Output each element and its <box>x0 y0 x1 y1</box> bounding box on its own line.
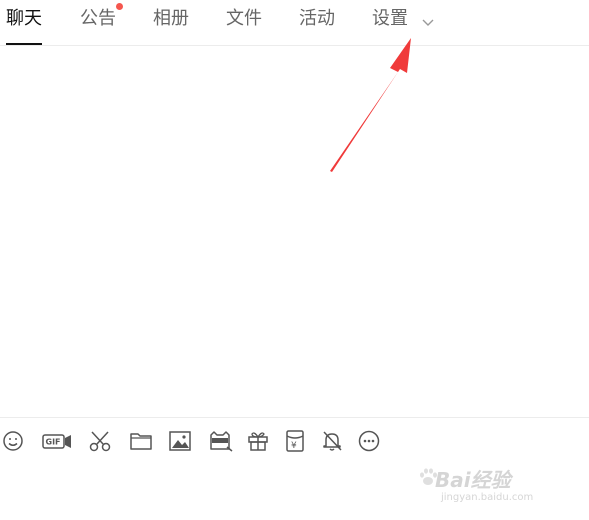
group-chat-window: 聊天 公告 相册 文件 活动 设置 GIF ¥ Bai经验 jingyan.ba… <box>0 0 589 520</box>
tab-activities[interactable]: 活动 <box>299 7 335 31</box>
tab-settings[interactable]: 设置 <box>372 7 408 31</box>
tab-settings-label: 设置 <box>372 8 408 29</box>
scissors-icon[interactable] <box>88 429 112 453</box>
tab-files-label: 文件 <box>226 8 262 29</box>
unread-badge-dot <box>116 3 123 10</box>
message-area[interactable] <box>0 46 589 417</box>
watermark-url: jingyan.baidu.com <box>441 492 534 503</box>
watermark-brand: Bai经验 <box>435 468 511 492</box>
chat-toolbar: GIF ¥ <box>0 417 589 463</box>
avatar-mask-icon[interactable] <box>207 429 233 453</box>
tab-album-label: 相册 <box>153 8 189 29</box>
chevron-down-icon[interactable] <box>421 13 435 26</box>
yen-label: ¥ <box>291 441 297 451</box>
folder-icon[interactable] <box>129 429 153 453</box>
tab-activities-label: 活动 <box>299 8 335 29</box>
tab-chat[interactable]: 聊天 <box>6 7 42 45</box>
image-icon[interactable] <box>168 429 192 453</box>
tab-bar: 聊天 公告 相册 文件 活动 设置 <box>0 0 589 46</box>
tab-album[interactable]: 相册 <box>153 7 189 31</box>
tab-files[interactable]: 文件 <box>226 7 262 31</box>
message-input[interactable]: Bai经验 jingyan.baidu.com <box>0 463 589 520</box>
watermark-logo: Bai经验 jingyan.baidu.com <box>417 464 567 508</box>
gif-icon[interactable]: GIF <box>42 429 72 453</box>
active-tab-underline <box>6 43 42 45</box>
more-icon[interactable] <box>357 429 381 453</box>
tab-announcements[interactable]: 公告 <box>80 3 123 31</box>
red-packet-icon[interactable]: ¥ <box>283 429 307 453</box>
bell-off-icon[interactable] <box>320 429 344 453</box>
tab-chat-label: 聊天 <box>6 8 42 29</box>
tab-announcements-label: 公告 <box>80 8 116 29</box>
gift-icon[interactable] <box>246 429 270 453</box>
gif-label: GIF <box>46 438 61 447</box>
emoji-icon[interactable] <box>1 429 25 453</box>
